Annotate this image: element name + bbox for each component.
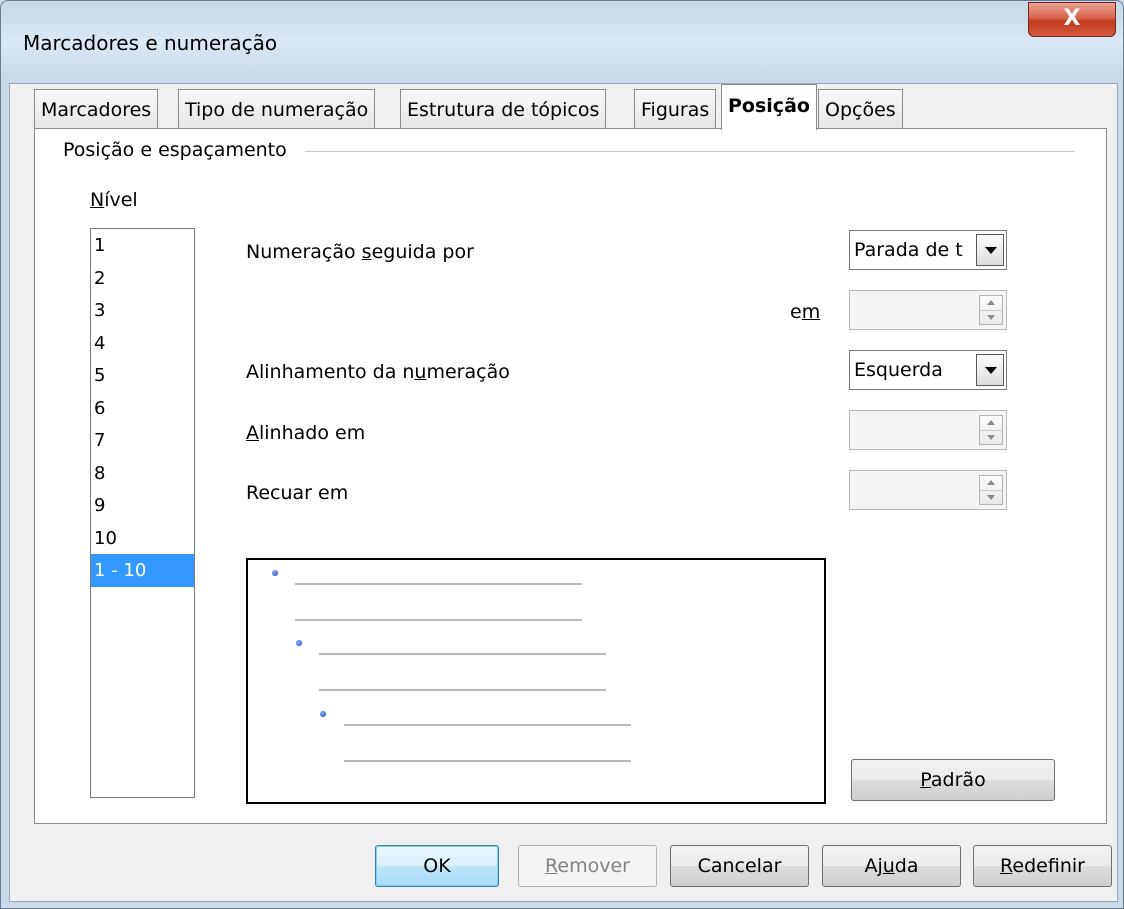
- level-list[interactable]: 1 2 3 4 5 6 7 8 9 10 1 - 10: [90, 228, 195, 798]
- dialog-window: Marcadores e numeração X Marcadores Tipo…: [0, 0, 1124, 909]
- preview-line: [319, 689, 606, 691]
- level-item-2[interactable]: 2: [91, 262, 194, 295]
- at-label: em: [790, 301, 821, 323]
- dialog-body: Marcadores Tipo de numeração Estrutura d…: [9, 83, 1118, 902]
- spin-buttons-icon[interactable]: [979, 475, 1003, 505]
- tab-figuras[interactable]: Figuras: [634, 89, 717, 129]
- spin-buttons-icon[interactable]: [979, 295, 1003, 325]
- preview-line: [295, 619, 582, 621]
- window-title: Marcadores e numeração: [23, 31, 278, 55]
- preview-area: [246, 558, 826, 804]
- numbering-followed-by-label: Numeração seguida por: [246, 241, 474, 263]
- aligned-at-field[interactable]: [849, 410, 1007, 450]
- chevron-down-icon[interactable]: [976, 234, 1004, 266]
- level-item-all[interactable]: 1 - 10: [91, 554, 194, 587]
- help-button[interactable]: Ajuda: [822, 845, 961, 887]
- preview-line: [344, 724, 631, 726]
- tab-tipo-de-numeracao[interactable]: Tipo de numeração: [178, 89, 376, 129]
- tab-marcadores[interactable]: Marcadores: [34, 89, 159, 129]
- indent-at-field[interactable]: [849, 470, 1007, 510]
- preview-line: [319, 653, 606, 655]
- cancel-button[interactable]: Cancelar: [670, 845, 809, 887]
- chevron-down-icon[interactable]: [976, 354, 1004, 386]
- tab-estrutura-de-topicos[interactable]: Estrutura de tópicos: [400, 89, 607, 129]
- ok-button[interactable]: OK: [375, 845, 499, 887]
- spin-buttons-icon[interactable]: [979, 415, 1003, 445]
- remove-button[interactable]: Remover: [518, 845, 657, 887]
- tab-posicao[interactable]: Posição: [721, 84, 817, 130]
- bullet-icon: [296, 640, 302, 646]
- close-button[interactable]: X: [1028, 2, 1116, 37]
- level-item-10[interactable]: 10: [91, 522, 194, 555]
- default-button[interactable]: Padrão: [851, 759, 1055, 801]
- bullet-icon: [272, 570, 278, 576]
- indent-at-label: Recuar em: [246, 482, 349, 504]
- level-item-4[interactable]: 4: [91, 327, 194, 360]
- group-title: Posição e espaçamento: [63, 139, 295, 161]
- numbering-followed-by-select[interactable]: Parada de t: [849, 230, 1007, 270]
- numbering-followed-by-value: Parada de t: [854, 239, 963, 261]
- group-separator: [305, 151, 1075, 152]
- level-item-3[interactable]: 3: [91, 294, 194, 327]
- aligned-at-label: Alinhado em: [246, 422, 366, 444]
- level-item-6[interactable]: 6: [91, 392, 194, 425]
- numbering-alignment-select[interactable]: Esquerda: [849, 350, 1007, 390]
- preview-line: [344, 760, 631, 762]
- level-item-7[interactable]: 7: [91, 424, 194, 457]
- level-item-9[interactable]: 9: [91, 489, 194, 522]
- bullet-icon: [320, 711, 326, 717]
- level-item-8[interactable]: 8: [91, 457, 194, 490]
- numbering-alignment-label: Alinhamento da numeração: [246, 361, 510, 383]
- level-item-5[interactable]: 5: [91, 359, 194, 392]
- tab-opcoes[interactable]: Opções: [818, 89, 903, 129]
- reset-button[interactable]: Redefinir: [973, 845, 1112, 887]
- level-item-1[interactable]: 1: [91, 229, 194, 262]
- level-label: Nível: [90, 189, 138, 211]
- at-field[interactable]: [849, 290, 1007, 330]
- position-panel: Posição e espaçamento Nível 1 2 3 4 5 6 …: [34, 128, 1107, 824]
- preview-line: [295, 583, 582, 585]
- numbering-alignment-value: Esquerda: [854, 359, 943, 381]
